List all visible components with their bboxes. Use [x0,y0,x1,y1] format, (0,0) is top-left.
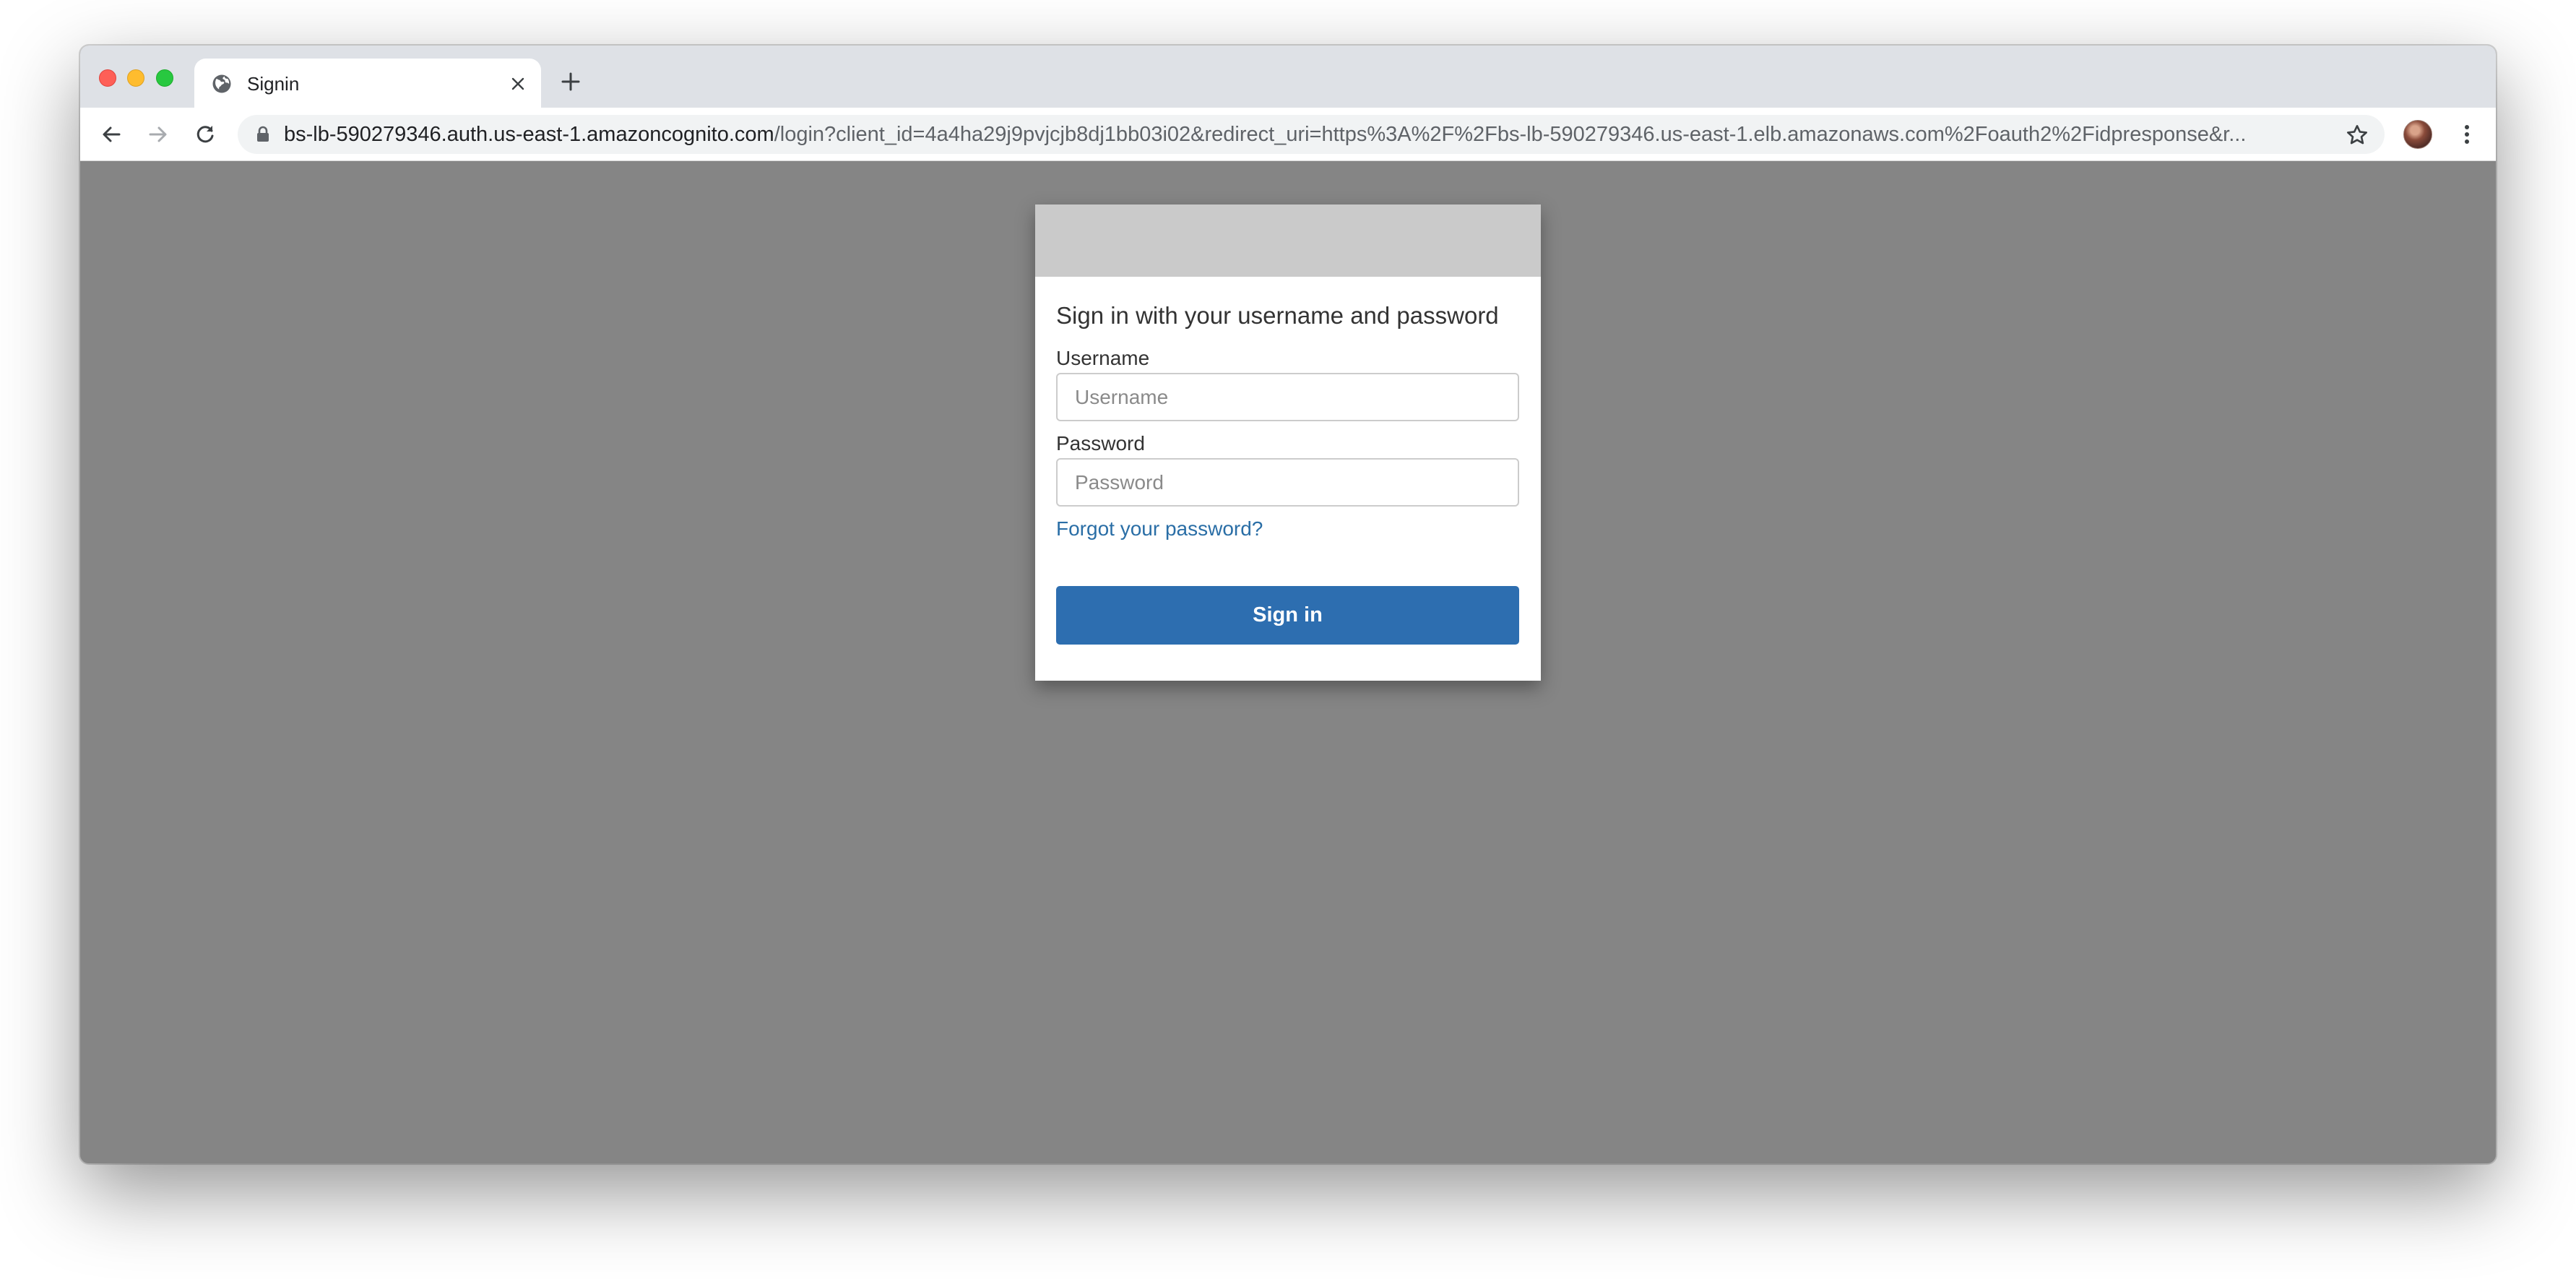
forward-button[interactable] [142,119,174,150]
url-path: /login?client_id=4a4ha29j9pvjcjb8dj1bb03… [774,123,2247,146]
card-banner [1035,204,1541,277]
forgot-password-link[interactable]: Forgot your password? [1056,517,1263,541]
reload-icon [196,126,214,143]
reload-button[interactable] [189,119,221,150]
kebab-menu-icon [2465,125,2469,144]
username-label: Username [1056,347,1150,369]
sign-in-button[interactable]: Sign in [1056,586,1519,645]
signin-card: Sign in with your username and password … [1035,204,1541,681]
signin-heading: Sign in with your username and password [1056,302,1499,329]
close-icon [511,77,524,90]
star-icon[interactable] [2346,124,2369,147]
address-bar[interactable]: bs-lb-590279346.auth.us-east-1.amazoncog… [238,115,2385,154]
page-content: Sign in with your username and password … [80,161,2496,1163]
tab-title: Signin [247,73,300,95]
tab-signin[interactable]: Signin [194,59,541,108]
plus-icon [561,72,580,91]
password-input[interactable] [1056,458,1519,507]
forward-arrow-icon [149,126,167,142]
browser-toolbar: bs-lb-590279346.auth.us-east-1.amazoncog… [80,108,2496,161]
avatar[interactable] [2403,120,2432,149]
lock-icon[interactable] [256,126,270,143]
url-text[interactable]: bs-lb-590279346.auth.us-east-1.amazoncog… [284,115,2356,154]
close-tab-button[interactable] [505,71,531,97]
password-label: Password [1056,432,1145,455]
close-window-button[interactable] [99,69,116,87]
url-host: bs-lb-590279346.auth.us-east-1.amazoncog… [284,123,774,146]
globe-icon [212,74,231,93]
back-arrow-icon [103,126,121,142]
browser-menu-button[interactable] [2452,120,2481,149]
browser-window: Signin bs-lb-590279346.auth.us-east-1.am… [80,46,2496,1163]
maximize-window-button[interactable] [156,69,173,87]
new-tab-button[interactable] [556,67,585,96]
username-input[interactable] [1056,373,1519,421]
back-button[interactable] [95,119,127,150]
tab-strip: Signin [80,46,2496,108]
minimize-window-button[interactable] [127,69,144,87]
